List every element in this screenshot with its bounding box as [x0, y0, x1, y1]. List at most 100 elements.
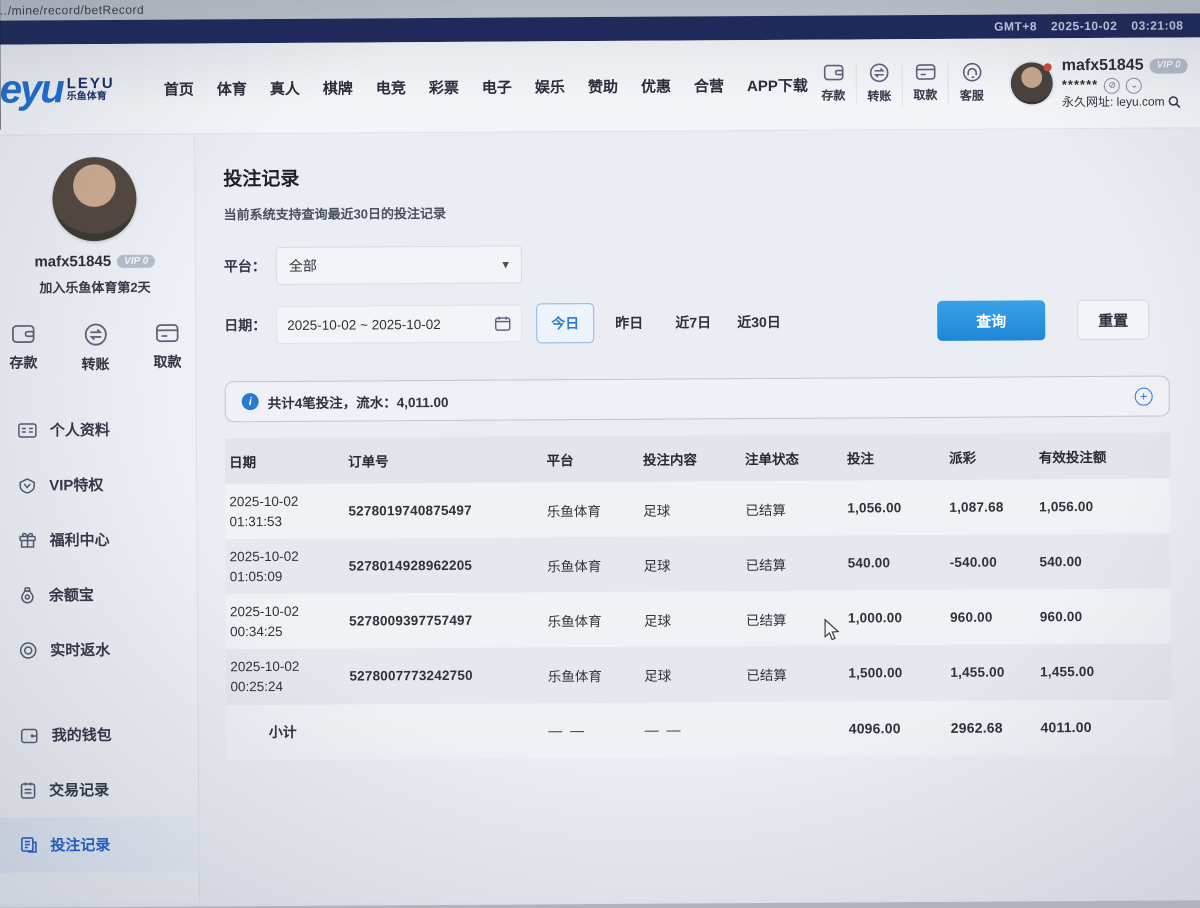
date-range-input[interactable]: 2025-10-02 ~ 2025-10-02: [276, 304, 522, 344]
expand-plus-icon[interactable]: +: [1135, 387, 1153, 405]
sidebar-item-bet-records[interactable]: 投注记录: [0, 816, 199, 872]
payout-cell-2: 960.00: [946, 602, 1036, 634]
range-today-button[interactable]: 今日: [536, 303, 594, 343]
sidebar-item-yuebao[interactable]: 余额宝: [0, 566, 197, 622]
sidebar-item-transactions[interactable]: 交易记录: [0, 761, 198, 817]
logo-script-text: eyu: [0, 69, 63, 109]
profile-username: mafx51845: [34, 253, 111, 270]
nav-live[interactable]: 真人: [270, 77, 300, 98]
payout-cell-1: -540.00: [946, 547, 1036, 579]
id-card-icon: [18, 422, 37, 438]
page-subtitle: 当前系统支持查询最近30日的投注记录: [223, 199, 1168, 224]
subtotal-label: 小计: [227, 722, 346, 743]
table-row[interactable]: 2025-10-0200:34:25 5278009397757497 乐鱼体育…: [226, 589, 1171, 650]
logo-line2: 乐鱼体育: [67, 92, 115, 103]
date-range-value: 2025-10-02 ~ 2025-10-02: [287, 316, 441, 332]
nav-sponsor[interactable]: 赞助: [588, 75, 618, 96]
chevron-down-icon[interactable]: ⌄: [1126, 77, 1142, 93]
date-filter-row: 日期： 2025-10-02 ~ 2025-10-02 今日 昨日 近7日 近3…: [224, 300, 1169, 346]
withdraw-button[interactable]: 取款: [903, 62, 949, 105]
nav-app-download[interactable]: APP下载: [747, 74, 808, 95]
notification-dot: [1044, 63, 1052, 71]
main-content: 投注记录 当前系统支持查询最近30日的投注记录 平台： 全部 ▾ 日期： 202…: [195, 128, 1200, 902]
deposit-icon: [822, 63, 844, 83]
table-header-row: 日期 订单号 平台 投注内容 注单状态 投注 派彩 有效投注额: [225, 433, 1170, 485]
user-panel[interactable]: mafx51845 VIP 0 ****** ⊘ ⌄ 永久网址: leyu.co…: [1011, 56, 1188, 110]
range-30days-button[interactable]: 近30日: [728, 302, 790, 342]
gift-icon: [18, 531, 36, 548]
username: mafx51845: [1062, 56, 1144, 76]
col-bet: 投注: [843, 447, 945, 468]
status-badge: 已结算: [741, 490, 843, 527]
chevron-down-icon: ▾: [502, 257, 509, 273]
order-id: 5278014928962205: [345, 550, 544, 582]
sidebar-withdraw-button[interactable]: 取款: [153, 322, 181, 374]
avatar[interactable]: [1011, 62, 1053, 104]
sidebar-menu: 个人资料 VIP特权 福利中心 余额宝: [0, 401, 199, 872]
sidebar-item-wallet[interactable]: 我的钱包: [0, 706, 198, 762]
transactions-icon: [20, 781, 36, 799]
quick-range-group: 今日 昨日 近7日 近30日: [536, 302, 790, 344]
rebate-icon: [19, 641, 37, 659]
payout-cell-0: 1,087.68: [945, 491, 1035, 523]
site-logo[interactable]: eyu LEYU 乐鱼体育: [0, 69, 150, 110]
sidebar-item-rebate[interactable]: 实时返水: [0, 621, 197, 677]
nav-sports[interactable]: 体育: [217, 78, 247, 99]
joined-days-label: 加入乐鱼体育第2天: [0, 276, 195, 296]
page-title: 投注记录: [223, 159, 1168, 192]
site-header: eyu LEYU 乐鱼体育 首页 体育 真人 棋牌 电竞 彩票 电子 娱乐 赞助…: [0, 37, 1200, 135]
reset-button[interactable]: 重置: [1077, 300, 1149, 340]
order-id: 5278019740875497: [344, 494, 543, 526]
platform-selected-value: 全部: [289, 256, 317, 276]
sidebar-item-profile[interactable]: 个人资料: [0, 401, 196, 457]
nav-affiliate[interactable]: 合营: [694, 75, 724, 96]
nav-promo[interactable]: 优惠: [641, 75, 671, 96]
nav-cards[interactable]: 棋牌: [323, 77, 353, 98]
profile-avatar[interactable]: [52, 157, 137, 242]
range-7days-button[interactable]: 近7日: [664, 302, 722, 342]
nav-esports[interactable]: 电竞: [376, 77, 406, 98]
range-yesterday-button[interactable]: 昨日: [600, 303, 658, 343]
vip-icon: [18, 477, 36, 493]
platform-filter-row: 平台： 全部 ▾: [224, 242, 1169, 286]
table-row[interactable]: 2025-10-0201:31:53 5278019740875497 乐鱼体育…: [225, 479, 1170, 540]
col-valid-bet: 有效投注额: [1035, 446, 1170, 467]
query-button[interactable]: 查询: [937, 300, 1045, 341]
status-badge: 已结算: [742, 655, 844, 692]
current-time: 03:21:08: [1131, 18, 1183, 32]
col-order-id: 订单号: [344, 449, 543, 470]
nav-slots[interactable]: 电子: [482, 76, 512, 97]
payout-cell-3: 1,455.00: [946, 657, 1036, 689]
deposit-icon: [10, 322, 36, 345]
bet-records-table: 日期 订单号 平台 投注内容 注单状态 投注 派彩 有效投注额 2025-10-…: [225, 433, 1172, 760]
col-status: 注单状态: [741, 448, 843, 469]
nav-home[interactable]: 首页: [164, 78, 194, 99]
sidebar-deposit-button[interactable]: 存款: [9, 322, 37, 374]
date-label: 日期：: [224, 315, 276, 335]
platform-select[interactable]: 全部 ▾: [276, 245, 522, 285]
subtotal-valid: 4011.00: [1036, 719, 1171, 736]
sidebar-transfer-button[interactable]: 转账: [81, 322, 109, 374]
status-badge: 已结算: [742, 545, 844, 582]
sidebar-item-welfare[interactable]: 福利中心: [0, 511, 197, 567]
vip-badge: VIP 0: [1150, 59, 1188, 74]
transfer-button[interactable]: 转账: [857, 62, 903, 106]
support-button[interactable]: 客服: [949, 62, 995, 106]
bet-record-icon: [20, 836, 37, 853]
subtotal-payout: 2962.68: [947, 719, 1037, 736]
nav-entertainment[interactable]: 娱乐: [535, 76, 565, 97]
table-row[interactable]: 2025-10-0200:25:24 5278007773242750 乐鱼体育…: [226, 644, 1171, 705]
transfer-icon: [869, 62, 890, 83]
table-row[interactable]: 2025-10-0201:05:09 5278014928962205 乐鱼体育…: [226, 534, 1171, 595]
nav-lottery[interactable]: 彩票: [429, 76, 459, 97]
col-payout: 派彩: [945, 446, 1035, 467]
main-nav: 首页 体育 真人 棋牌 电竞 彩票 电子 娱乐 赞助 优惠 合营 APP下载: [164, 74, 808, 99]
logo-line1: LEYU: [67, 76, 115, 92]
magnifier-icon[interactable]: [1168, 95, 1181, 108]
eye-off-icon[interactable]: ⊘: [1104, 77, 1120, 93]
sidebar-item-vip[interactable]: VIP特权: [0, 456, 196, 512]
deposit-button[interactable]: 存款: [811, 62, 857, 105]
permanent-url-label: 永久网址: leyu.com: [1062, 94, 1165, 110]
calendar-icon[interactable]: [494, 316, 511, 332]
mouse-cursor: [823, 619, 841, 643]
